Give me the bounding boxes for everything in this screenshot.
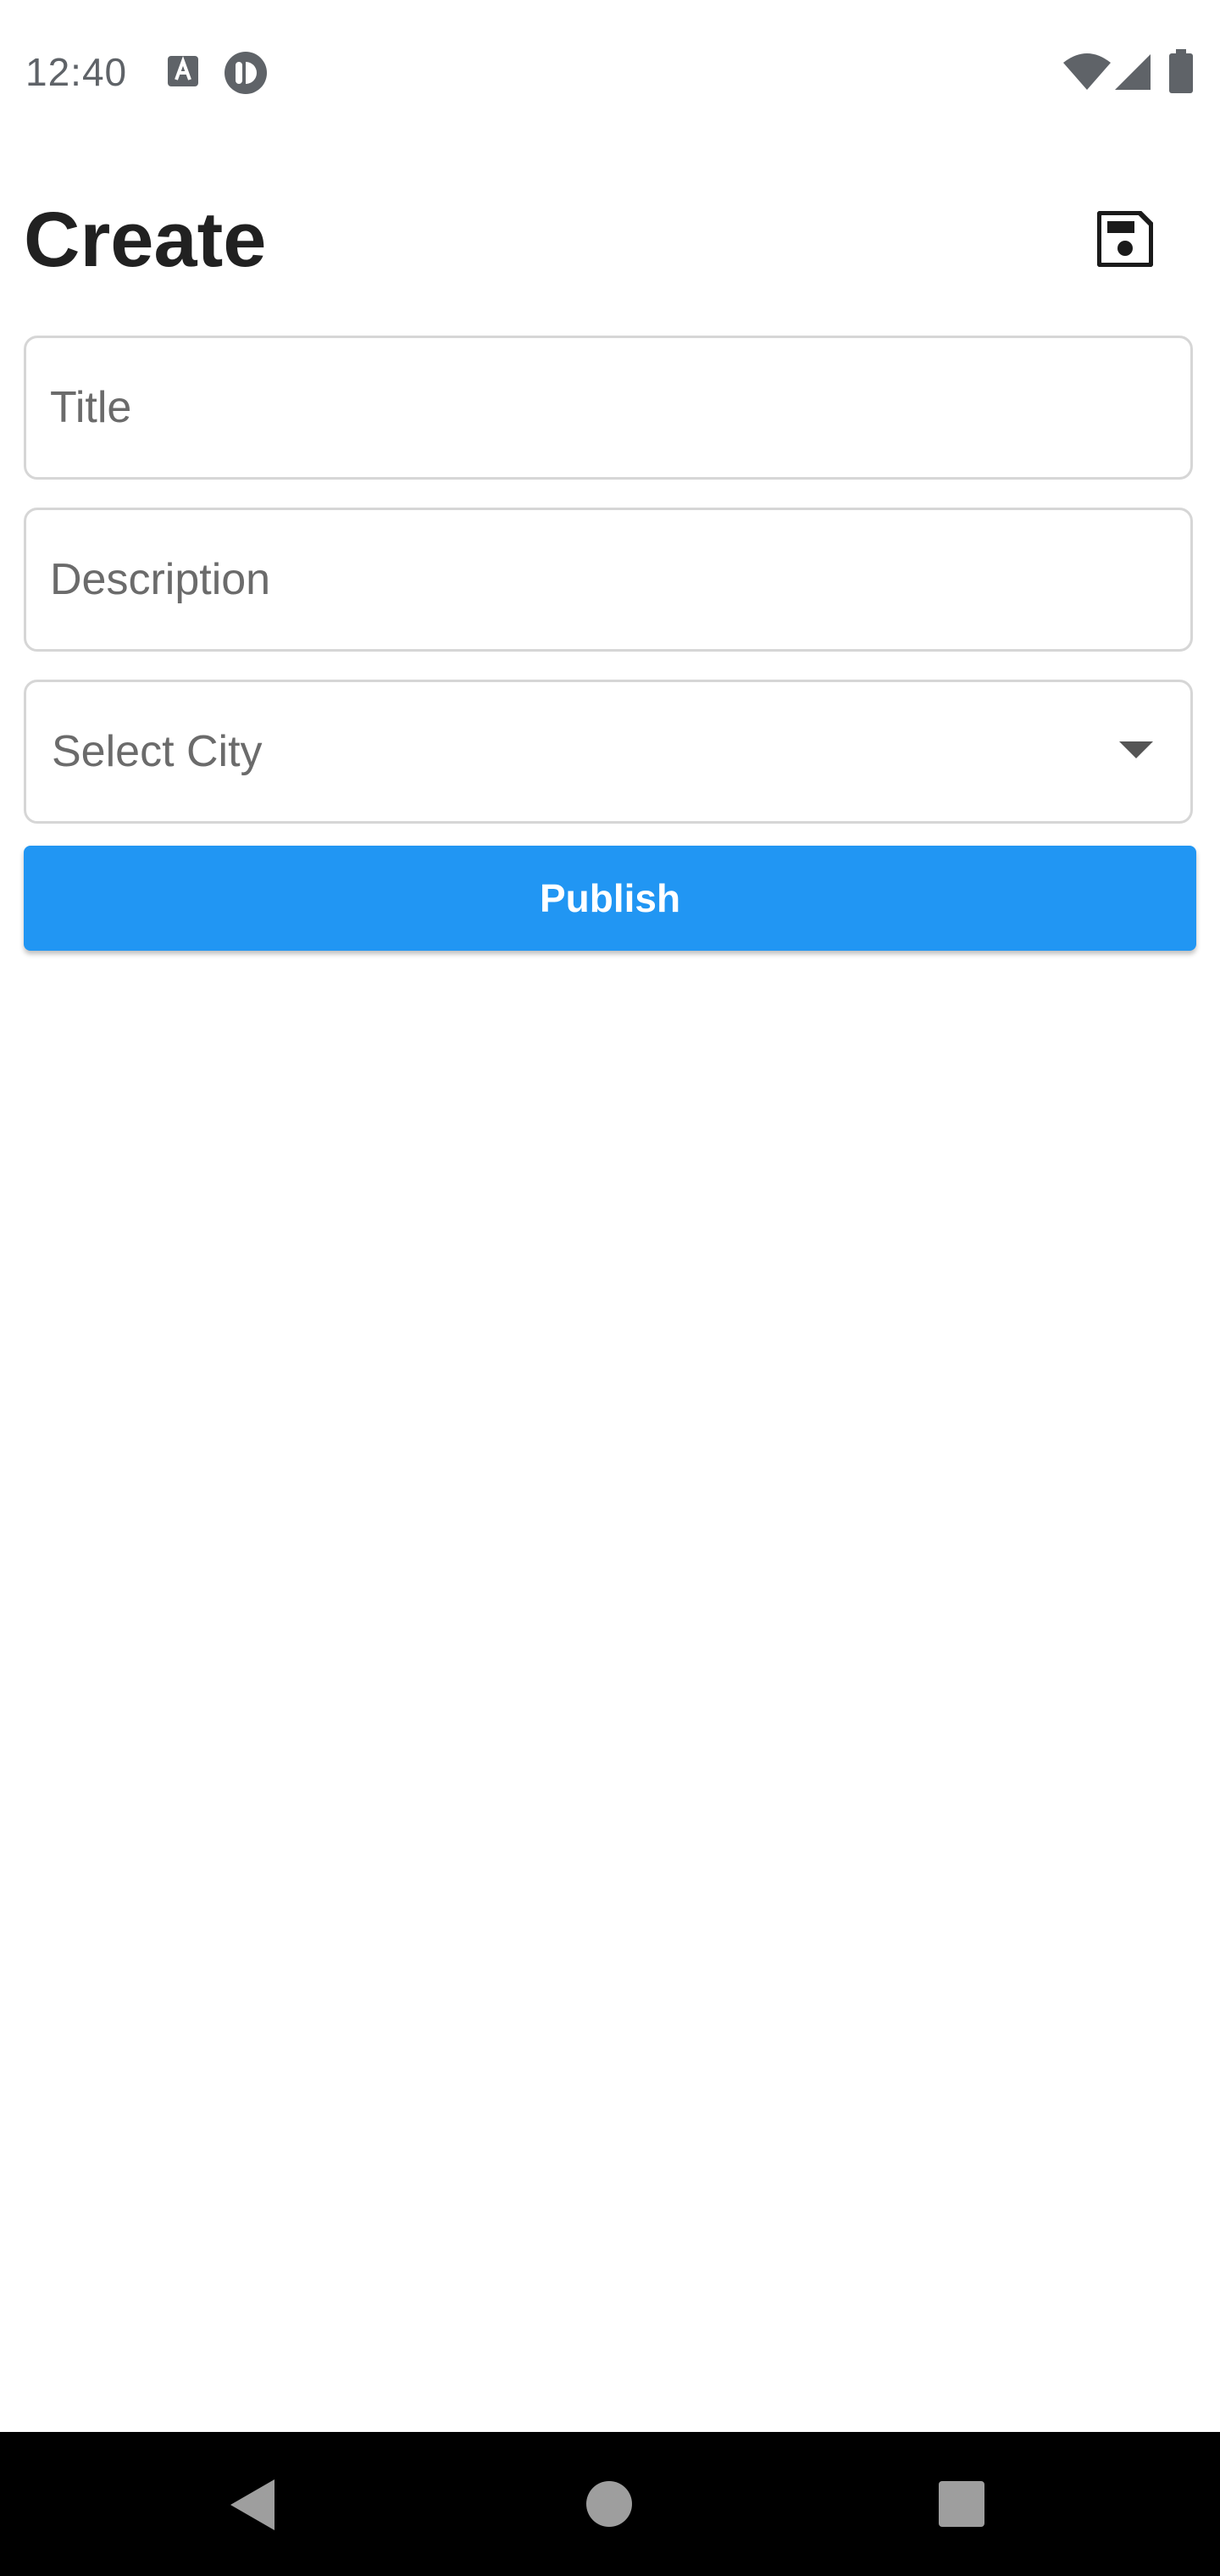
title-input[interactable] [50,338,1151,477]
dropdown-arrow-icon [1119,741,1153,758]
navigation-bar [0,2432,1220,2576]
battery-icon [1169,49,1193,97]
font-download-icon [166,54,200,92]
page-title: Create [24,197,267,283]
home-icon[interactable] [586,2481,632,2527]
save-button[interactable] [1074,197,1176,285]
city-select[interactable]: Select City [24,680,1193,824]
title-field[interactable] [24,336,1193,480]
cellular-signal-icon [1113,53,1152,96]
floppy-disk-save-icon [1096,209,1154,271]
status-time: 12:40 [25,50,128,94]
description-input[interactable] [50,510,1151,649]
wifi-icon [1062,53,1112,96]
city-select-label: Select City [52,727,263,776]
publish-button[interactable]: Publish [24,846,1196,951]
recents-icon[interactable] [939,2481,984,2527]
status-bar: 12:40 [0,0,1220,146]
app-notification-icon [224,51,268,99]
back-icon[interactable] [230,2479,274,2530]
description-field[interactable] [24,508,1193,652]
